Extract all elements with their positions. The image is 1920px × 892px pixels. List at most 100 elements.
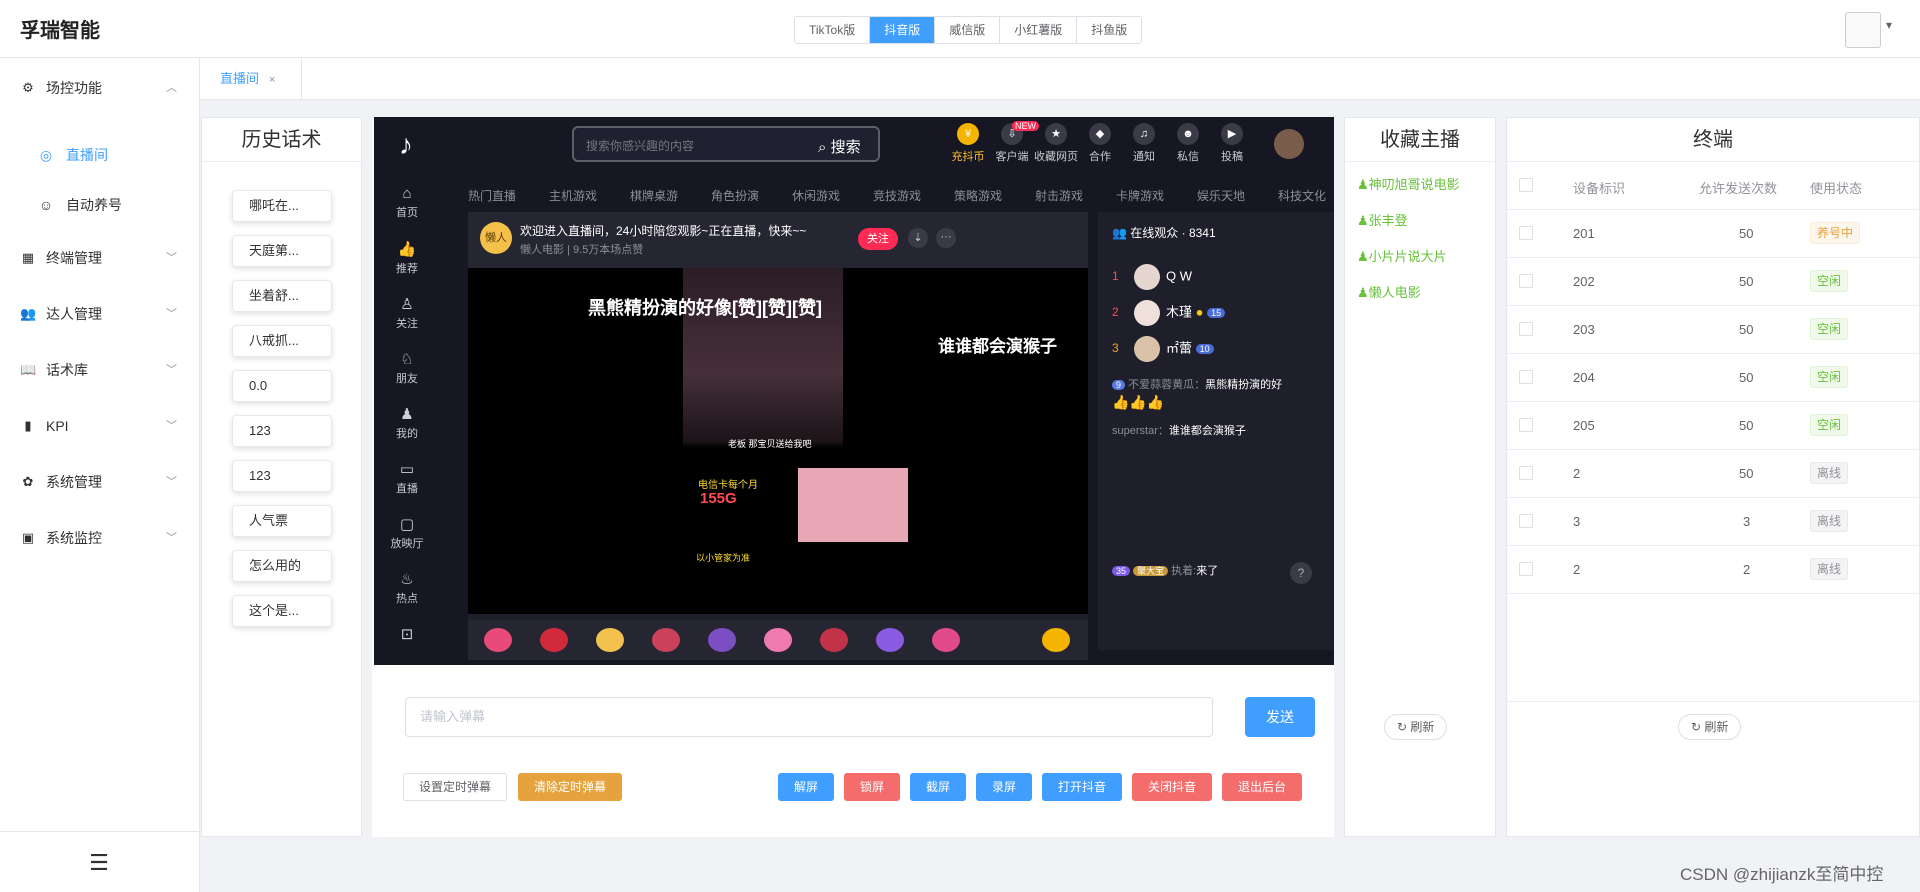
douyin-live-screen[interactable]: ♪ 搜索你感兴趣的内容 ⌕ 搜索 ¥ 充抖币 ⇩ 客户端 NEW ★ 收藏网页 ◆ 合作…	[374, 117, 1334, 665]
tab-live-room[interactable]: 直播间 ×	[200, 58, 302, 100]
row-checkbox[interactable]	[1519, 514, 1533, 528]
nav-item[interactable]: 休闲游戏	[792, 187, 840, 204]
gift-car-icon[interactable]	[820, 628, 848, 652]
sidebar-item-terminal[interactable]: ▦ 终端管理 ﹀	[0, 238, 200, 278]
nav-item[interactable]: 娱乐天地	[1197, 187, 1245, 204]
history-item[interactable]: 哪吒在...	[232, 190, 332, 222]
side-games[interactable]: ⊡	[374, 625, 440, 645]
table-row[interactable]: 203 50 空闲	[1507, 306, 1920, 354]
favorites-refresh-button[interactable]: ↻ 刷新	[1384, 714, 1448, 740]
menu-collapse-icon[interactable]: ☰	[86, 852, 112, 874]
nav-item[interactable]: 角色扮演	[711, 187, 759, 204]
close-icon[interactable]: ×	[269, 74, 275, 86]
history-item[interactable]: 人气票	[232, 505, 332, 537]
row-checkbox[interactable]	[1519, 418, 1533, 432]
history-item[interactable]: 八戒抓...	[232, 325, 332, 357]
douyin-upload-button[interactable]: ▶ 投稿	[1210, 123, 1254, 164]
favorite-anchor[interactable]: ♟小片片说大片	[1357, 246, 1447, 265]
close-douyin-button[interactable]: 关闭抖音	[1132, 773, 1212, 801]
set-timed-danmu-button[interactable]: 设置定时弹幕	[403, 773, 507, 801]
gift-heart-icon[interactable]	[484, 628, 512, 652]
rank-row[interactable]: 1 Q W	[1112, 264, 1192, 290]
favorite-anchor[interactable]: ♟懒人电影	[1357, 282, 1421, 301]
table-row[interactable]: 205 50 空闲	[1507, 402, 1920, 450]
nav-item[interactable]: 科技文化	[1278, 187, 1326, 204]
row-checkbox[interactable]	[1519, 466, 1533, 480]
side-live[interactable]: ▭ 直播	[374, 460, 440, 496]
sidebar-item-kpi[interactable]: ▮ KPI ﹀	[0, 406, 200, 446]
select-all-checkbox[interactable]	[1519, 178, 1533, 192]
douyin-user-avatar[interactable]	[1274, 129, 1304, 159]
danmu-input[interactable]: 请输入弹幕	[405, 697, 1213, 737]
history-item[interactable]: 123	[232, 415, 332, 447]
sidebar-item-field-control[interactable]: ⚙ 场控功能 ︿	[0, 68, 200, 108]
user-avatar[interactable]	[1845, 12, 1881, 48]
favorite-anchor[interactable]: ♟神叨旭哥说电影	[1357, 174, 1460, 193]
sidebar-item-system-monitor[interactable]: ▣ 系统监控 ﹀	[0, 518, 200, 558]
gift-crown-icon[interactable]	[876, 628, 904, 652]
side-mine[interactable]: ♟ 我的	[374, 405, 440, 441]
gift-bouquet-icon[interactable]	[652, 628, 680, 652]
help-icon[interactable]: ?	[1290, 562, 1312, 584]
table-row[interactable]: 2 50 离线	[1507, 450, 1920, 498]
nav-item[interactable]: 棋牌桌游	[630, 187, 678, 204]
table-row[interactable]: 202 50 空闲	[1507, 258, 1920, 306]
rank-row[interactable]: 3 ㎡蕾 10	[1112, 336, 1214, 362]
douyin-notify-button[interactable]: ♫ 通知	[1122, 123, 1166, 164]
side-follow[interactable]: ♙ 关注	[374, 295, 440, 331]
history-item[interactable]: 坐着舒...	[232, 280, 332, 312]
nav-item[interactable]: 卡牌游戏	[1116, 187, 1164, 204]
live-video[interactable]: 黑熊精扮演的好像[赞][赞][赞] 谁谁都会演猴子 老板 那宝贝送给我吧 电信卡…	[468, 268, 1088, 614]
douyin-cooperate-button[interactable]: ◆ 合作	[1078, 123, 1122, 164]
record-screen-button[interactable]: 录屏	[976, 773, 1032, 801]
more-icon[interactable]: ···	[936, 228, 956, 248]
tab-douyu[interactable]: 抖鱼版	[1077, 17, 1142, 43]
terminal-refresh-button[interactable]: ↻ 刷新	[1678, 714, 1742, 740]
side-hot[interactable]: ♨ 热点	[374, 570, 440, 606]
gift-rose-icon[interactable]	[540, 628, 568, 652]
row-checkbox[interactable]	[1519, 562, 1533, 576]
side-home[interactable]: ⌂ 首页	[374, 185, 440, 220]
history-item[interactable]: 0.0	[232, 370, 332, 402]
tab-tiktok[interactable]: TikTok版	[795, 17, 871, 43]
history-item[interactable]: 这个是...	[232, 595, 332, 627]
anchor-avatar[interactable]: 懒人	[480, 222, 512, 254]
chevron-down-icon[interactable]: ▾	[1886, 18, 1892, 32]
side-theater[interactable]: ▢ 放映厅	[374, 515, 440, 551]
table-row[interactable]: 204 50 空闲	[1507, 354, 1920, 402]
sidebar-item-influencer[interactable]: 👥 达人管理 ﹀	[0, 294, 200, 334]
row-checkbox[interactable]	[1519, 370, 1533, 384]
unlock-screen-button[interactable]: 解屏	[778, 773, 834, 801]
douyin-search-button[interactable]: ⌕ 搜索	[818, 134, 861, 162]
tab-douyin[interactable]: 抖音版	[870, 17, 936, 43]
sidebar-subitem-auto-nurture[interactable]: ☺ 自动养号	[0, 185, 200, 225]
lock-screen-button[interactable]: 锁屏	[844, 773, 900, 801]
history-item[interactable]: 天庭第...	[232, 235, 332, 267]
nav-item[interactable]: 主机游戏	[549, 187, 597, 204]
sidebar-subitem-live-room[interactable]: ◎ 直播间	[0, 135, 200, 175]
sidebar-item-script-library[interactable]: 📖 话术库 ﹀	[0, 350, 200, 390]
douyin-message-button[interactable]: ☻ 私信	[1166, 123, 1210, 164]
clear-timed-danmu-button[interactable]: 清除定时弹幕	[518, 773, 622, 801]
douyin-bookmark-button[interactable]: ★ 收藏网页	[1034, 123, 1078, 164]
tab-weixin[interactable]: 威信版	[935, 17, 1001, 43]
table-row[interactable]: 3 3 离线	[1507, 498, 1920, 546]
table-row[interactable]: 2 2 离线	[1507, 546, 1920, 594]
row-checkbox[interactable]	[1519, 226, 1533, 240]
nav-item[interactable]: 射击游戏	[1035, 187, 1083, 204]
nav-item[interactable]: 竞技游戏	[873, 187, 921, 204]
sidebar-item-system-admin[interactable]: ✿ 系统管理 ﹀	[0, 462, 200, 502]
gift-beer-icon[interactable]	[596, 628, 624, 652]
gift-lollipop-icon[interactable]	[764, 628, 792, 652]
download-icon[interactable]: ⇣	[908, 228, 928, 248]
open-douyin-button[interactable]: 打开抖音	[1042, 773, 1122, 801]
gift-box-icon[interactable]	[932, 628, 960, 652]
side-friends[interactable]: ♘ 朋友	[374, 350, 440, 386]
send-button[interactable]: 发送	[1245, 697, 1315, 737]
row-checkbox[interactable]	[1519, 274, 1533, 288]
douyin-search-box[interactable]: 搜索你感兴趣的内容 ⌕ 搜索	[572, 126, 880, 162]
row-checkbox[interactable]	[1519, 322, 1533, 336]
favorite-anchor[interactable]: ♟张丰登	[1357, 210, 1408, 229]
history-item[interactable]: 123	[232, 460, 332, 492]
douyin-coin-button[interactable]: ¥ 充抖币	[946, 123, 990, 164]
